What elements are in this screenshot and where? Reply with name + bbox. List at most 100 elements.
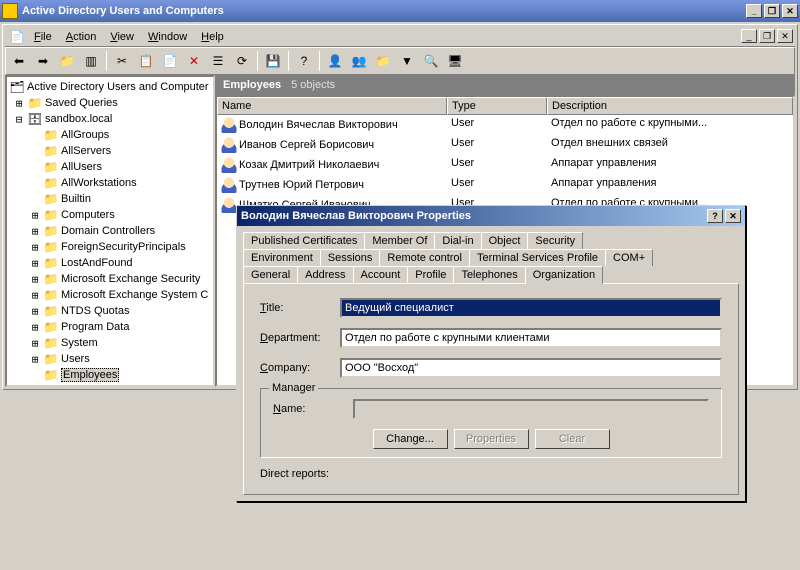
window-title: Active Directory Users and Computers — [22, 5, 224, 17]
tree-node-employees[interactable]: 📁Employees — [9, 367, 211, 383]
tree-node-allworkstations[interactable]: 📁AllWorkstations — [9, 175, 211, 191]
tree-node-microsoft-exchange-security[interactable]: ⊞📁Microsoft Exchange Security — [9, 271, 211, 287]
find-button[interactable]: 🔍 — [420, 50, 442, 72]
menu-help[interactable]: Help — [194, 29, 231, 45]
dialog-title: Володин Вячеслав Викторович Properties — [241, 210, 471, 222]
content-heading: Employees — [223, 79, 281, 91]
export-button[interactable]: 💾 — [262, 50, 284, 72]
close-button[interactable]: ✕ — [782, 4, 798, 18]
tree-node-lostandfound[interactable]: ⊞📁LostAndFound — [9, 255, 211, 271]
tree-node-allusers[interactable]: 📁AllUsers — [9, 159, 211, 175]
tab-remote-control[interactable]: Remote control — [379, 249, 470, 266]
doc-close-button[interactable]: ✕ — [777, 29, 793, 43]
list-header: Name Type Description — [217, 97, 793, 115]
menu-action[interactable]: Action — [59, 29, 104, 45]
tab-terminal-services-profile[interactable]: Terminal Services Profile — [469, 249, 606, 266]
tab-dial-in[interactable]: Dial-in — [434, 232, 481, 249]
tree-domain[interactable]: ⊟🗄sandbox.local — [9, 111, 211, 127]
tree-root[interactable]: 🗂Active Directory Users and Computer — [9, 79, 211, 95]
tree-node-allservers[interactable]: 📁AllServers — [9, 143, 211, 159]
mmc-icon: 📄 — [9, 29, 25, 45]
tree-saved-queries[interactable]: ⊞📁Saved Queries — [9, 95, 211, 111]
doc-restore-button[interactable]: ❐ — [759, 29, 775, 43]
company-input[interactable]: ООО "Восход" — [340, 358, 722, 378]
list-row[interactable]: Трутнев Юрий ПетровичUserАппарат управле… — [217, 175, 793, 195]
tree-node-builtin[interactable]: 📁Builtin — [9, 191, 211, 207]
tab-security[interactable]: Security — [527, 232, 583, 249]
tab-com-[interactable]: COM+ — [605, 249, 653, 266]
minimize-button[interactable]: _ — [746, 4, 762, 18]
direct-reports-label: Direct reports: — [260, 468, 722, 480]
tree-node-program-data[interactable]: ⊞📁Program Data — [9, 319, 211, 335]
back-button[interactable]: ⬅ — [8, 50, 30, 72]
new-group-button[interactable]: 👥 — [348, 50, 370, 72]
tree-node-domain-controllers[interactable]: ⊞📁Domain Controllers — [9, 223, 211, 239]
delete-button[interactable]: ✕ — [183, 50, 205, 72]
object-count: 5 objects — [291, 79, 335, 91]
tab-sessions[interactable]: Sessions — [320, 249, 381, 266]
tree-pane[interactable]: 🗂Active Directory Users and Computer ⊞📁S… — [5, 75, 215, 387]
tab-object[interactable]: Object — [481, 232, 529, 249]
tab-telephones[interactable]: Telephones — [453, 266, 525, 283]
tab-organization-pane: Title: Ведущий специалист Department: От… — [243, 283, 739, 495]
title-label: Title: — [260, 302, 340, 314]
col-name[interactable]: Name — [217, 97, 447, 115]
menu-bar: 📄 File Action View Window Help _ ❐ ✕ — [5, 27, 795, 47]
tab-address[interactable]: Address — [297, 266, 353, 283]
content-header: Employees 5 objects — [215, 75, 795, 95]
add-dc-button[interactable]: 🖥 — [444, 50, 466, 72]
toolbar: ⬅ ➡ 📁 ▥ ✂ 📋 📄 ✕ ☰ ⟳ 💾 ? 👤 👥 📁 ▼ 🔍 🖥 — [5, 47, 795, 75]
tab-organization[interactable]: Organization — [525, 266, 603, 284]
properties-button[interactable]: ☰ — [207, 50, 229, 72]
tab-environment[interactable]: Environment — [243, 249, 321, 266]
manager-name-label: Name: — [273, 403, 353, 415]
tree-node-foreignsecurityprincipals[interactable]: ⊞📁ForeignSecurityPrincipals — [9, 239, 211, 255]
tab-published-certificates[interactable]: Published Certificates — [243, 232, 365, 249]
cut-button[interactable]: ✂ — [111, 50, 133, 72]
refresh-button[interactable]: ⟳ — [231, 50, 253, 72]
manager-name-input[interactable] — [353, 399, 709, 419]
tab-profile[interactable]: Profile — [407, 266, 454, 283]
tree-node-system[interactable]: ⊞📁System — [9, 335, 211, 351]
list-row[interactable]: Козак Дмитрий НиколаевичUserАппарат упра… — [217, 155, 793, 175]
copy-button[interactable]: 📋 — [135, 50, 157, 72]
tree-node-users[interactable]: ⊞📁Users — [9, 351, 211, 367]
doc-minimize-button[interactable]: _ — [741, 29, 757, 43]
new-user-button[interactable]: 👤 — [324, 50, 346, 72]
title-input[interactable]: Ведущий специалист — [340, 298, 722, 318]
tree-node-ntds-quotas[interactable]: ⊞📁NTDS Quotas — [9, 303, 211, 319]
department-input[interactable]: Отдел по работе с крупными клиентами — [340, 328, 722, 348]
title-bar: Active Directory Users and Computers _ ❐… — [0, 0, 800, 22]
tab-member-of[interactable]: Member Of — [364, 232, 435, 249]
show-hide-tree-button[interactable]: ▥ — [80, 50, 102, 72]
col-type[interactable]: Type — [447, 97, 547, 115]
tab-row-2: EnvironmentSessionsRemote controlTermina… — [243, 249, 739, 266]
app-icon — [2, 3, 18, 19]
col-description[interactable]: Description — [547, 97, 793, 115]
up-button[interactable]: 📁 — [56, 50, 78, 72]
change-button[interactable]: Change... — [373, 429, 448, 449]
tree-node-allgroups[interactable]: 📁AllGroups — [9, 127, 211, 143]
help-button[interactable]: ? — [293, 50, 315, 72]
tree-node-computers[interactable]: ⊞📁Computers — [9, 207, 211, 223]
manager-group-label: Manager — [269, 382, 318, 394]
tab-row-3: GeneralAddressAccountProfileTelephonesOr… — [243, 266, 739, 283]
paste-button[interactable]: 📄 — [159, 50, 181, 72]
menu-file[interactable]: File — [27, 29, 59, 45]
properties-dialog: Володин Вячеслав Викторович Properties ?… — [236, 205, 746, 502]
list-row[interactable]: Володин Вячеслав ВикторовичUserОтдел по … — [217, 115, 793, 135]
menu-view[interactable]: View — [103, 29, 141, 45]
menu-window[interactable]: Window — [141, 29, 194, 45]
tree-node-microsoft-exchange-system-c[interactable]: ⊞📁Microsoft Exchange System C — [9, 287, 211, 303]
tab-account[interactable]: Account — [353, 266, 409, 283]
tab-row-1: Published CertificatesMember OfDial-inOb… — [243, 232, 739, 249]
tab-general[interactable]: General — [243, 266, 298, 283]
list-row[interactable]: Иванов Сергей БорисовичUserОтдел внешних… — [217, 135, 793, 155]
new-ou-button[interactable]: 📁 — [372, 50, 394, 72]
filter-button[interactable]: ▼ — [396, 50, 418, 72]
company-label: Company: — [260, 362, 340, 374]
dialog-help-button[interactable]: ? — [707, 209, 723, 223]
forward-button[interactable]: ➡ — [32, 50, 54, 72]
dialog-close-button[interactable]: ✕ — [725, 209, 741, 223]
maximize-button[interactable]: ❐ — [764, 4, 780, 18]
